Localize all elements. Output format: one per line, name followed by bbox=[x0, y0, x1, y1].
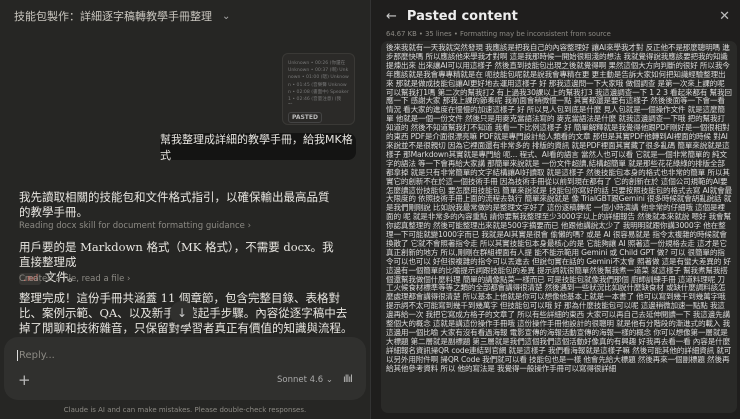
assistant-message-1: 我先讀取相關的技能包和文件格式指引，以確保輸出最高品質的教學手冊。 bbox=[19, 190, 330, 219]
arrow-down-icon: ↓ bbox=[176, 306, 188, 320]
panel-header: ← Pasted content bbox=[386, 9, 518, 24]
conversation-title[interactable]: 技能包製作：詳細逐字稿轉教學手冊整理 ⌄ bbox=[14, 8, 230, 24]
reply-input[interactable]: Reply... bbox=[17, 350, 55, 361]
model-selector[interactable]: Sonnet 4.6 ⌄ bbox=[277, 375, 333, 385]
add-attachment-button[interactable]: + bbox=[18, 371, 31, 389]
tool-step-label: Created a file, read a file bbox=[19, 274, 125, 284]
scroll-to-bottom-button[interactable]: ↓ bbox=[170, 301, 194, 325]
chevron-down-icon[interactable]: ⌄ bbox=[222, 11, 230, 22]
back-arrow-icon[interactable]: ← bbox=[386, 9, 397, 24]
disclaimer: Claude is AI and can make mistakes. Plea… bbox=[63, 406, 307, 414]
pasted-text-box[interactable]: 後來我就有一天我就突然發現 我應該是把我自己的內容整理好 讓AI來學我才對 反正… bbox=[381, 41, 737, 413]
voice-input-icon[interactable]: ıllıl bbox=[343, 374, 353, 385]
close-icon[interactable]: ✕ bbox=[719, 9, 730, 24]
tool-step-created-file[interactable]: Created a file, read a file › bbox=[19, 274, 130, 284]
content-meta: 64.67 KB • 35 lines • Formatting may be … bbox=[386, 30, 611, 38]
chevron-right-icon: › bbox=[247, 221, 252, 231]
msg2-text-a: 用戶要的是 Markdown 格式（MK 格式），不需要 docx。我直接整理成 bbox=[19, 240, 334, 269]
pasted-badge: PASTED bbox=[288, 112, 322, 123]
pasted-content-panel: ← Pasted content ✕ 64.67 KB • 35 lines •… bbox=[370, 0, 740, 419]
pasted-preview: Unknown • 00:26 (你還在 Unknown • 00:37 (啊)… bbox=[288, 61, 349, 103]
panel-title: Pasted content bbox=[406, 9, 518, 24]
reply-composer: Reply... + Sonnet 4.6 ⌄ ıllıl bbox=[4, 337, 366, 400]
chevron-down-icon: ⌄ bbox=[325, 375, 333, 385]
tool-step-reading-docx[interactable]: Reading docx skill for document formatti… bbox=[19, 221, 251, 231]
pasted-text: 後來我就有一天我就突然發現 我應該是把我自己的內容整理好 讓AI來學我才對 反正… bbox=[386, 43, 732, 373]
user-message: 幫我整理成詳細的教學手冊，給我MK格式 bbox=[160, 133, 356, 162]
pasted-content-card[interactable]: Unknown • 00:26 (你還在 Unknown • 00:37 (啊)… bbox=[282, 53, 355, 125]
model-name: Sonnet 4.6 bbox=[277, 375, 324, 385]
chevron-right-icon: › bbox=[127, 274, 131, 284]
conversation-title-text: 技能包製作：詳細逐字稿轉教學手冊整理 bbox=[14, 10, 212, 23]
chat-panel: 技能包製作：詳細逐字稿轉教學手冊整理 ⌄ Unknown • 00:26 (你還… bbox=[0, 0, 370, 419]
tool-step-label: Reading docx skill for document formatti… bbox=[19, 221, 245, 231]
